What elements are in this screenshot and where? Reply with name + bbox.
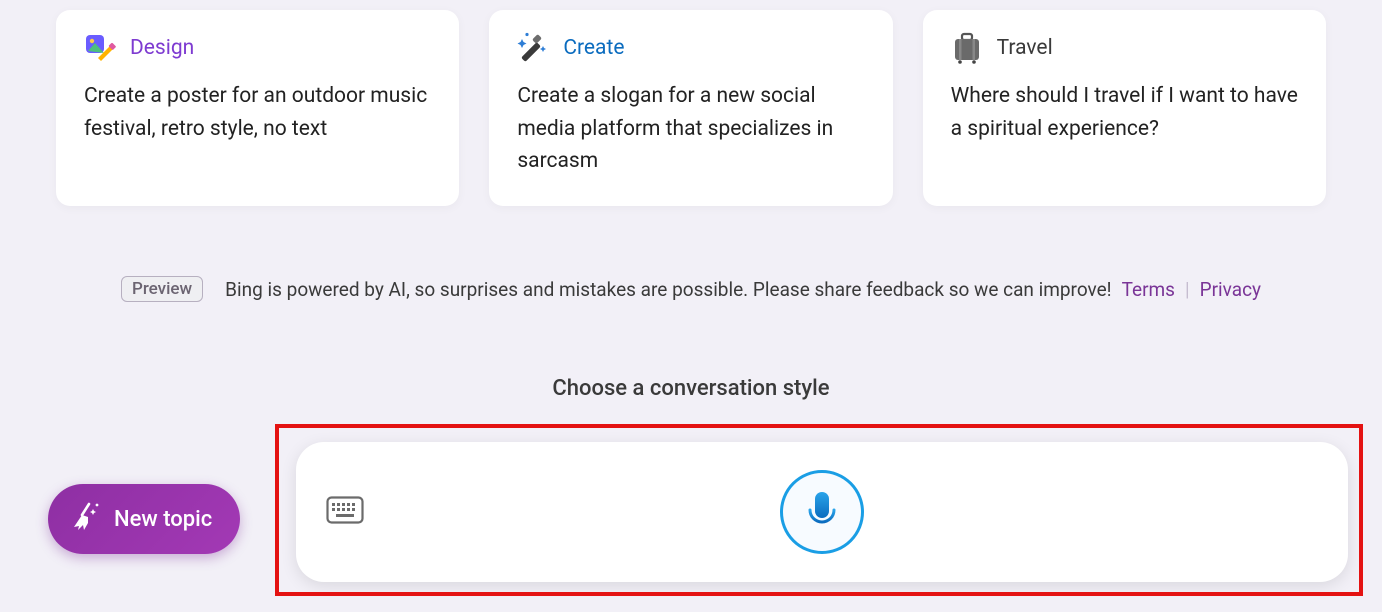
suggestion-card-design[interactable]: Design Create a poster for an outdoor mu… (56, 10, 459, 206)
new-topic-label: New topic (114, 507, 212, 532)
design-icon (84, 32, 116, 64)
card-header: Create (517, 32, 864, 64)
disclaimer-row: Preview Bing is powered by AI, so surpri… (0, 276, 1382, 302)
card-body: Create a poster for an outdoor music fes… (84, 80, 431, 145)
suggestion-card-row: Design Create a poster for an outdoor mu… (56, 10, 1326, 206)
privacy-link[interactable]: Privacy (1200, 278, 1261, 301)
preview-badge: Preview (121, 276, 203, 302)
suitcase-icon (951, 32, 983, 64)
suggestion-card-create[interactable]: Create Create a slogan for a new social … (489, 10, 892, 206)
terms-link[interactable]: Terms (1122, 278, 1175, 301)
card-header: Design (84, 32, 431, 64)
card-body: Create a slogan for a new social media p… (517, 80, 864, 178)
broom-icon (70, 501, 100, 537)
card-title: Create (563, 36, 624, 60)
card-header: Travel (951, 32, 1298, 64)
magic-wand-icon (517, 32, 549, 64)
new-topic-button[interactable]: New topic (48, 484, 240, 554)
chat-input-bar[interactable] (296, 442, 1348, 582)
card-title: Design (130, 36, 194, 60)
microphone-icon (805, 490, 839, 534)
disclaimer-text: Bing is powered by AI, so surprises and … (225, 278, 1261, 301)
keyboard-icon[interactable] (326, 496, 364, 528)
choose-style-heading: Choose a conversation style (0, 376, 1382, 401)
disclaimer-message: Bing is powered by AI, so surprises and … (225, 278, 1111, 301)
link-divider: | (1185, 278, 1190, 301)
card-title: Travel (997, 36, 1053, 60)
microphone-button[interactable] (780, 470, 864, 554)
suggestion-card-travel[interactable]: Travel Where should I travel if I want t… (923, 10, 1326, 206)
card-body: Where should I travel if I want to have … (951, 80, 1298, 145)
